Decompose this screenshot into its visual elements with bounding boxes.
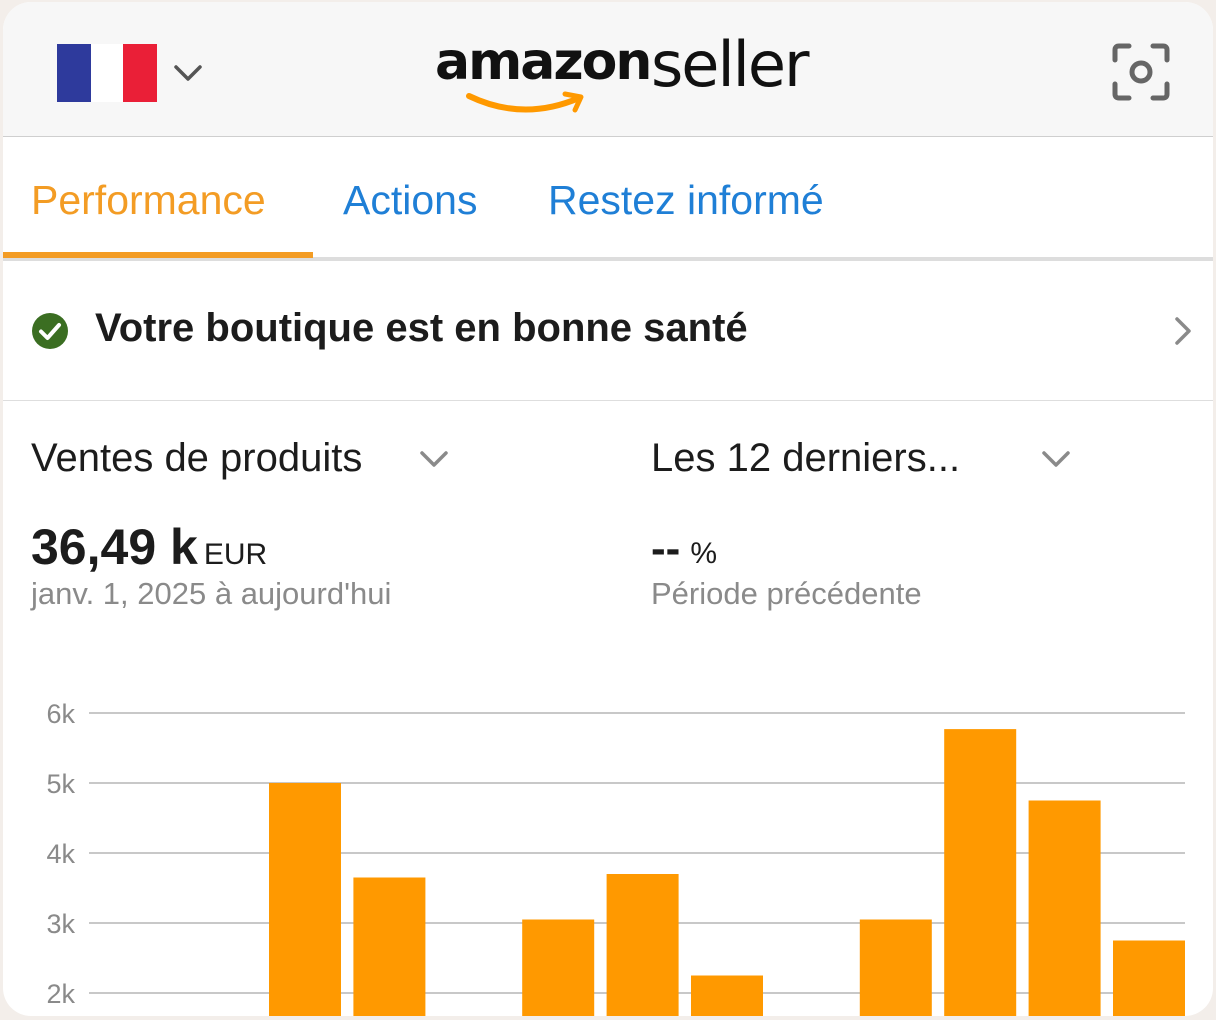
sales-bar[interactable] (353, 877, 426, 1017)
date-range-label: janv. 1, 2025 à aujourd'hui (31, 576, 392, 611)
sales-bar[interactable] (606, 874, 679, 1016)
amazon-smile-icon (466, 91, 584, 113)
scan-camera-icon[interactable] (1111, 42, 1171, 102)
sales-bar[interactable] (1028, 800, 1101, 1017)
chevron-right-icon[interactable] (1169, 312, 1197, 350)
sales-value: 36,49 k (31, 519, 198, 575)
store-health-row[interactable]: Votre boutique est en bonne santé (3, 262, 1213, 401)
logo-word-amazon: amazon (435, 32, 652, 92)
change-value: -- (651, 524, 681, 573)
period-change-value: --% (651, 524, 717, 574)
y-tick-label: 5k (46, 769, 75, 799)
tab-actions[interactable]: Actions (343, 177, 477, 224)
change-unit: % (690, 537, 717, 570)
chevron-down-icon[interactable] (1039, 444, 1073, 474)
sales-bar[interactable] (691, 975, 763, 1017)
chevron-down-icon[interactable] (171, 58, 205, 88)
sales-bar[interactable] (522, 919, 595, 1017)
sales-unit: EUR (203, 538, 268, 571)
app-frame: amazon seller Performance Actions Restez… (3, 2, 1213, 1016)
tab-performance[interactable]: Performance (31, 177, 266, 224)
active-tab-indicator (3, 252, 313, 258)
store-health-label: Votre boutique est en bonne santé (95, 306, 748, 350)
y-tick-label: 3k (46, 909, 75, 939)
amazon-seller-logo: amazon seller (435, 28, 815, 124)
metric-dropdown[interactable]: Ventes de produits (31, 436, 362, 481)
sales-total-value: 36,49 k EUR (31, 518, 267, 576)
sales-bar[interactable] (859, 919, 932, 1017)
tab-restez-informe[interactable]: Restez informé (548, 177, 824, 224)
y-tick-label: 6k (46, 699, 75, 729)
sales-bar[interactable] (269, 783, 341, 1016)
logo-word-seller: seller (651, 28, 810, 101)
sales-bar[interactable] (944, 729, 1017, 1016)
chevron-down-icon[interactable] (417, 444, 451, 474)
sales-bar-chart: 6k 5k 4k 3k 2k (46, 699, 1185, 1017)
check-circle-icon (31, 312, 69, 350)
comparison-label: Période précédente (651, 576, 922, 611)
france-flag-icon[interactable] (57, 44, 157, 102)
y-tick-label: 4k (46, 839, 75, 869)
app-header: amazon seller (3, 2, 1213, 137)
y-tick-label: 2k (46, 979, 75, 1009)
tab-bar: Performance Actions Restez informé (3, 139, 1213, 261)
sales-bar[interactable] (1113, 940, 1185, 1017)
period-dropdown[interactable]: Les 12 derniers... (651, 436, 960, 481)
